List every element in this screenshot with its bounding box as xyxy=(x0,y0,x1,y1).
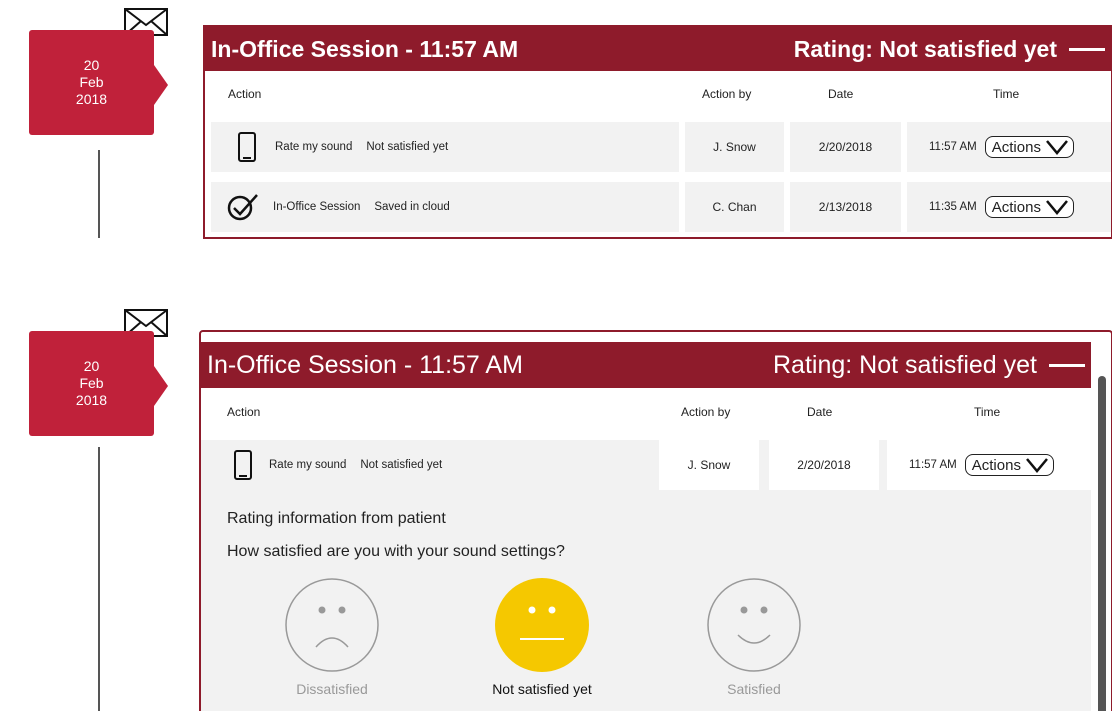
date-cell: 2/13/2018 xyxy=(790,182,901,232)
card-header: In-Office Session - 11:57 AM Rating: Not… xyxy=(201,342,1091,388)
table-row[interactable]: Rate my sound Not satisfied yet J. Snow … xyxy=(205,122,1111,172)
col-header-date: Date xyxy=(807,405,833,419)
rating-question: How satisfied are you with your sound se… xyxy=(227,543,565,560)
time-cell: 11:57 AM Actions xyxy=(907,122,1111,172)
time-cell: 11:57 AM Actions xyxy=(887,440,1091,490)
action-by-cell: J. Snow xyxy=(685,122,784,172)
col-header-date: Date xyxy=(828,87,854,101)
action-by-value: C. Chan xyxy=(712,200,757,214)
actions-label: Actions xyxy=(991,138,1041,156)
timeline-line xyxy=(98,150,100,238)
phone-icon xyxy=(234,450,252,480)
date-value: 2/20/2018 xyxy=(818,140,873,154)
col-header-action-by: Action by xyxy=(702,87,752,101)
action-status: Saved in cloud xyxy=(374,201,450,213)
date-cell: 2/20/2018 xyxy=(790,122,901,172)
action-label: Rate my sound xyxy=(269,459,347,471)
date-day: 20 xyxy=(83,57,100,73)
neutral-face-icon[interactable] xyxy=(494,577,590,673)
timeline-line xyxy=(98,447,100,711)
date-tag: 20 Feb 2018 xyxy=(29,30,168,135)
rating-info-title: Rating information from patient xyxy=(227,510,446,527)
collapse-button[interactable] xyxy=(1069,47,1105,51)
rating-status: Rating: Not satisfied yet xyxy=(793,35,1057,62)
action-by-cell: J. Snow xyxy=(659,440,759,490)
action-cell: Rate my sound Not satisfied yet xyxy=(211,122,679,172)
actions-dropdown[interactable]: Actions xyxy=(964,454,1054,476)
scrollbar[interactable] xyxy=(1093,340,1111,711)
action-by-cell: C. Chan xyxy=(685,182,784,232)
date-value: 2/13/2018 xyxy=(818,200,873,214)
action-cell: In-Office Session Saved in cloud xyxy=(211,182,679,232)
actions-label: Actions xyxy=(971,456,1021,474)
table-row[interactable]: In-Office Session Saved in cloud C. Chan… xyxy=(205,182,1111,232)
chevron-down-icon xyxy=(1025,458,1048,473)
happy-face-icon[interactable] xyxy=(706,577,802,673)
actions-label: Actions xyxy=(991,198,1041,216)
action-status: Not satisfied yet xyxy=(360,459,443,471)
action-cell: Rate my sound Not satisfied yet xyxy=(201,440,651,490)
action-label: Rate my sound xyxy=(275,141,353,153)
time-cell: 11:35 AM Actions xyxy=(907,182,1111,232)
table-row[interactable]: Rate my sound Not satisfied yet J. Snow … xyxy=(201,440,1091,490)
sad-face-icon[interactable] xyxy=(284,577,380,673)
rating-status: Rating: Not satisfied yet xyxy=(772,350,1037,379)
actions-dropdown[interactable]: Actions xyxy=(984,136,1074,158)
check-circle-icon xyxy=(227,194,258,221)
time-value: 11:57 AM xyxy=(909,459,957,471)
date-year: 2018 xyxy=(75,392,108,408)
session-card-expanded: In-Office Session - 11:57 AM Rating: Not… xyxy=(199,330,1112,711)
chevron-down-icon xyxy=(1045,200,1068,215)
session-title: In-Office Session - 11:57 AM xyxy=(207,350,523,379)
col-header-action: Action xyxy=(227,405,261,419)
col-header-action: Action xyxy=(228,87,262,101)
session-card: In-Office Session - 11:57 AM Rating: Not… xyxy=(203,25,1112,239)
action-label: In-Office Session xyxy=(273,201,361,213)
phone-icon xyxy=(238,132,256,162)
collapse-button[interactable] xyxy=(1049,363,1085,367)
time-value: 11:35 AM xyxy=(929,201,977,213)
date-tag: 20 Feb 2018 xyxy=(29,331,168,436)
col-header-time: Time xyxy=(974,405,1001,419)
date-month: Feb xyxy=(79,74,104,90)
date-year: 2018 xyxy=(75,91,108,107)
action-by-value: J. Snow xyxy=(687,458,731,472)
date-day: 20 xyxy=(83,358,100,374)
col-header-action-by: Action by xyxy=(681,405,731,419)
action-status: Not satisfied yet xyxy=(366,141,449,153)
chevron-down-icon xyxy=(1045,140,1068,155)
time-value: 11:57 AM xyxy=(929,141,977,153)
date-value: 2/20/2018 xyxy=(797,458,851,472)
card-header: In-Office Session - 11:57 AM Rating: Not… xyxy=(205,27,1111,71)
scrollbar-thumb[interactable] xyxy=(1098,376,1106,711)
date-cell: 2/20/2018 xyxy=(769,440,879,490)
session-title: In-Office Session - 11:57 AM xyxy=(211,35,519,62)
option-label-dissatisfied: Dissatisfied xyxy=(296,681,368,697)
date-month: Feb xyxy=(79,375,104,391)
option-label-satisfied: Satisfied xyxy=(727,681,781,697)
action-by-value: J. Snow xyxy=(713,140,756,154)
option-label-not-satisfied: Not satisfied yet xyxy=(492,681,592,697)
actions-dropdown[interactable]: Actions xyxy=(984,196,1074,218)
col-header-time: Time xyxy=(993,87,1020,101)
